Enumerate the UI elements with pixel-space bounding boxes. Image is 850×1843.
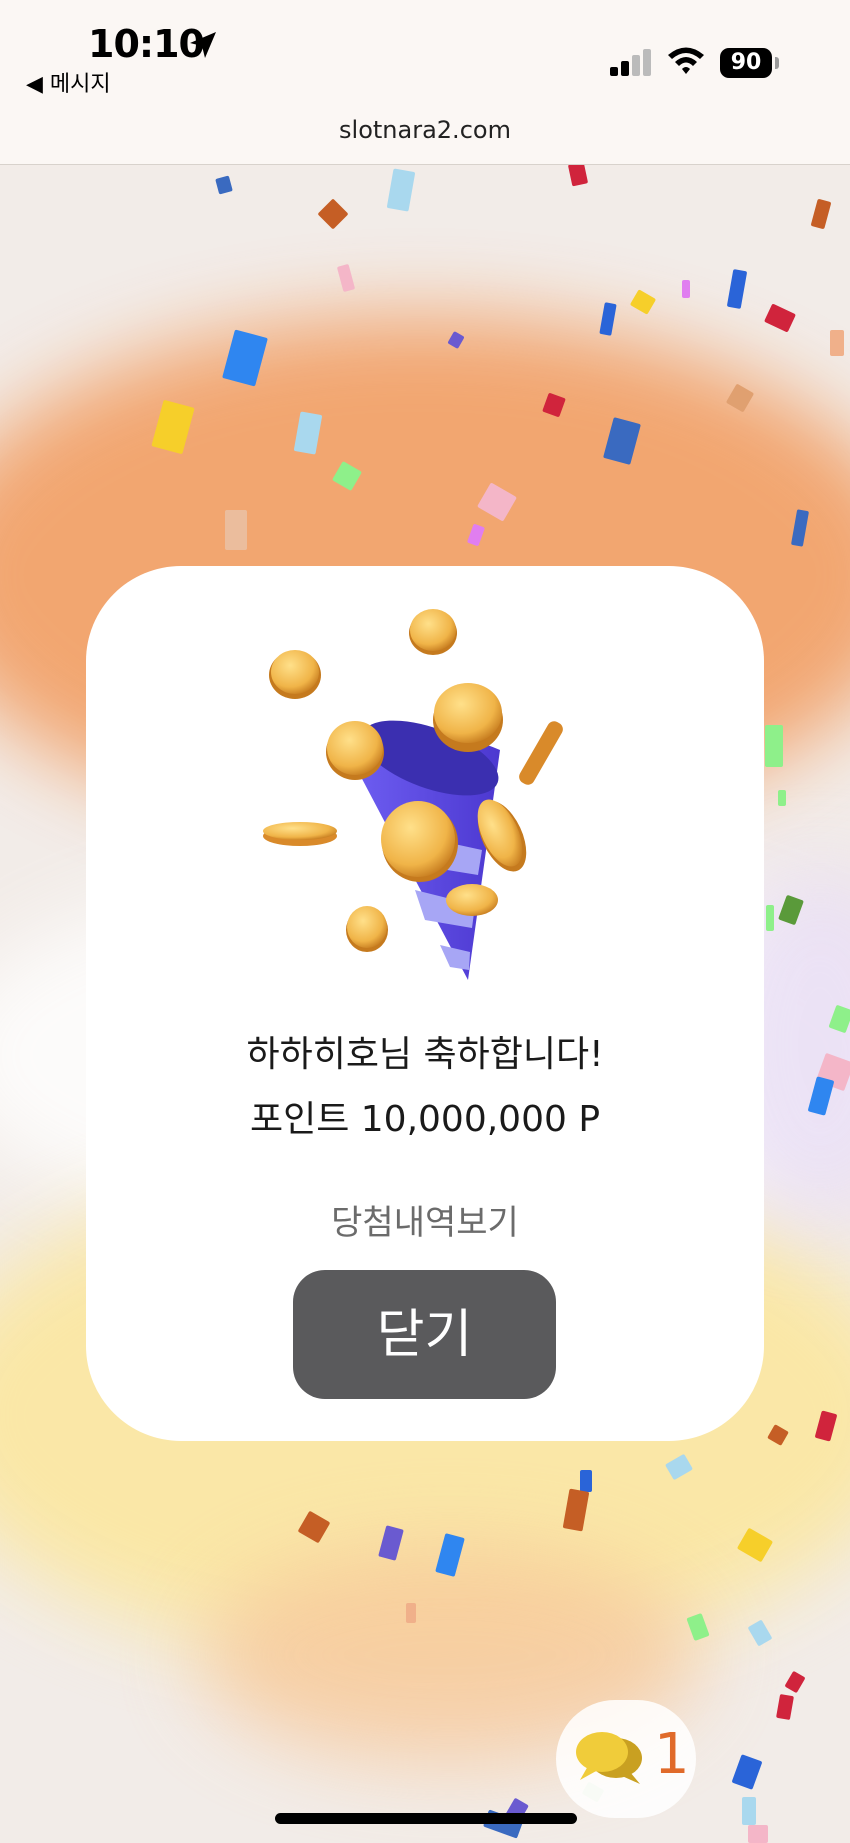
url-text[interactable]: slotnara2.com	[0, 116, 850, 144]
battery-tip	[775, 57, 779, 69]
chat-unread-count: 1	[654, 1722, 690, 1787]
win-history-link[interactable]: 당첨내역보기	[86, 1195, 764, 1244]
location-arrow-icon	[188, 30, 218, 64]
wifi-icon	[666, 44, 706, 80]
address-bar[interactable]: slotnara2.com	[0, 110, 850, 165]
congrats-text: 하하히호님 축하합니다!	[246, 1034, 604, 1075]
back-to-messages-link[interactable]: ◀ 메시지	[26, 66, 111, 98]
close-button[interactable]: 닫기	[293, 1270, 556, 1399]
battery-icon: 90	[720, 48, 772, 78]
status-time: 10:10	[88, 22, 205, 66]
home-indicator[interactable]	[275, 1813, 577, 1824]
status-bar: 10:10 ◀ 메시지 90	[0, 0, 850, 110]
party-popper-coins-icon	[250, 600, 600, 990]
chat-bubbles-icon	[574, 1728, 646, 1792]
cellular-signal-icon	[610, 48, 654, 76]
points-amount: 포인트 10,000,000 P	[249, 1099, 601, 1140]
